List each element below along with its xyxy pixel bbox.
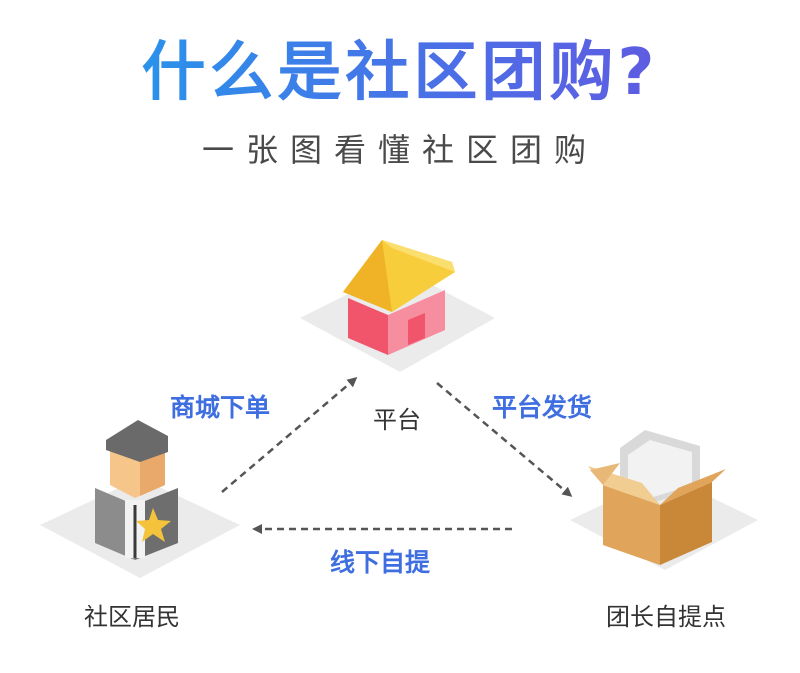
house-icon [300, 240, 495, 372]
edge-label-ship: 平台发货 [492, 393, 593, 422]
node-label-pickup: 团长自提点 [606, 603, 726, 631]
node-label-platform: 平台 [373, 406, 421, 434]
person-icon [40, 420, 240, 578]
edge-label-order: 商城下单 [170, 393, 271, 422]
node-label-residents: 社区居民 [84, 603, 180, 631]
edge-label-pickup: 线下自提 [330, 548, 431, 577]
box-icon [570, 430, 758, 570]
